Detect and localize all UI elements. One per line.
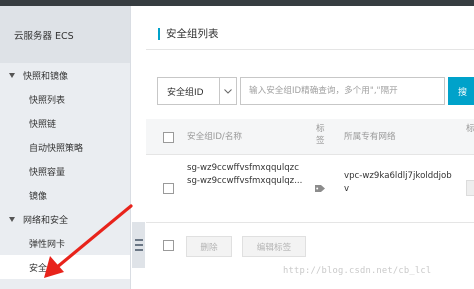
column-header-vpc: 所属专有网络 xyxy=(344,132,396,142)
watermark: http://blog.csdn.net/cb_lcl xyxy=(283,266,432,276)
table-row: sg-wz9ccwffvsfmxqqulqzc sg-wz9ccwffvsfmx… xyxy=(146,155,474,223)
security-group-name: sg-wz9ccwffvsfmxqqulqz... xyxy=(187,176,303,186)
tag-icon[interactable] xyxy=(314,184,326,193)
select-all-checkbox[interactable] xyxy=(163,132,174,143)
caret-down-icon xyxy=(9,216,15,222)
sidebar-group-snapshots-images[interactable]: 快照和镜像 xyxy=(0,63,130,87)
title-accent-bar xyxy=(158,28,160,40)
sidebar: 云服务器 ECS 快照和镜像 快照列表 快照链 自动快照策略 快照容量 镜像 网… xyxy=(0,6,131,289)
row-checkbox[interactable] xyxy=(163,183,174,194)
caret-down-icon xyxy=(9,72,15,78)
sidebar-item-snapshot-list[interactable]: 快照列表 xyxy=(0,87,130,111)
handle-bar-icon xyxy=(134,249,143,251)
footer-select-all-checkbox[interactable] xyxy=(163,240,174,251)
row-action-button[interactable] xyxy=(466,180,474,196)
sidebar-item-elastic-nic[interactable]: 弹性网卡 xyxy=(0,231,130,255)
page-header: 安全组列表 xyxy=(146,6,474,50)
column-header-tag: 标签 xyxy=(316,124,325,146)
handle-bar-icon xyxy=(134,244,143,246)
sidebar-item-snapshot-chain[interactable]: 快照链 xyxy=(0,111,130,135)
table-header: 安全组ID/名称 标签 所属专有网络 标 xyxy=(146,119,474,155)
delete-button[interactable]: 删除 xyxy=(186,236,232,257)
filter-type-value: 安全组ID xyxy=(167,87,204,98)
sidebar-item-snapshot-capacity[interactable]: 快照容量 xyxy=(0,159,130,183)
sidebar-group-label: 网络和安全 xyxy=(23,215,69,226)
handle-bar-icon xyxy=(134,239,143,241)
edit-tags-button[interactable]: 编辑标签 xyxy=(242,236,306,257)
sidebar-item-images[interactable]: 镜像 xyxy=(0,183,130,207)
sidebar-item-security-group[interactable]: 安全组 xyxy=(0,255,130,279)
chevron-down-icon xyxy=(219,78,236,104)
sidebar-title: 云服务器 ECS xyxy=(0,6,130,63)
vpc-id[interactable]: vpc-wz9ka6ldlj7jkolddjobv xyxy=(344,170,454,196)
search-input[interactable] xyxy=(240,77,445,105)
page-title: 安全组列表 xyxy=(166,28,219,40)
main-content: 安全组列表 安全组ID 搜 安全组ID/名称 标签 所属专有网络 标 sg-wz… xyxy=(146,6,474,289)
table-footer: 删除 编辑标签 xyxy=(146,223,474,271)
sidebar-group-label: 快照和镜像 xyxy=(23,71,69,82)
column-header-id-name: 安全组ID/名称 xyxy=(187,132,243,142)
filter-type-select[interactable]: 安全组ID xyxy=(157,77,237,105)
security-group-id[interactable]: sg-wz9ccwffvsfmxqqulqzc xyxy=(187,162,299,175)
sidebar-group-network-security[interactable]: 网络和安全 xyxy=(0,207,130,231)
sidebar-item-auto-snapshot-policy[interactable]: 自动快照策略 xyxy=(0,135,130,159)
column-header-extra: 标 xyxy=(466,124,474,134)
sidebar-collapse-handle[interactable] xyxy=(132,222,145,268)
search-button[interactable]: 搜 xyxy=(448,77,474,105)
